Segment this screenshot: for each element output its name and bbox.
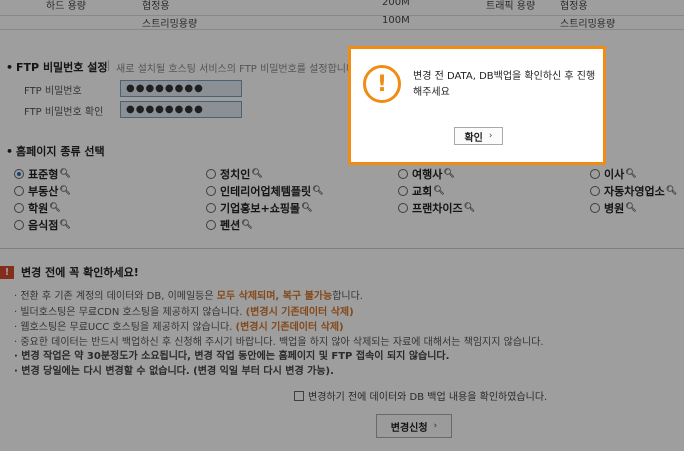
alert-icon: ! [363, 65, 401, 103]
chevron-right-icon: › [488, 131, 493, 141]
dialog-message: 변경 전 DATA, DB백업을 확인하신 후 진행해주세요 [413, 71, 596, 98]
confirm-dialog: ! 변경 전 DATA, DB백업을 확인하신 후 진행해주세요 확인 › [348, 46, 606, 165]
dialog-confirm-button[interactable]: 확인 › [454, 127, 503, 145]
